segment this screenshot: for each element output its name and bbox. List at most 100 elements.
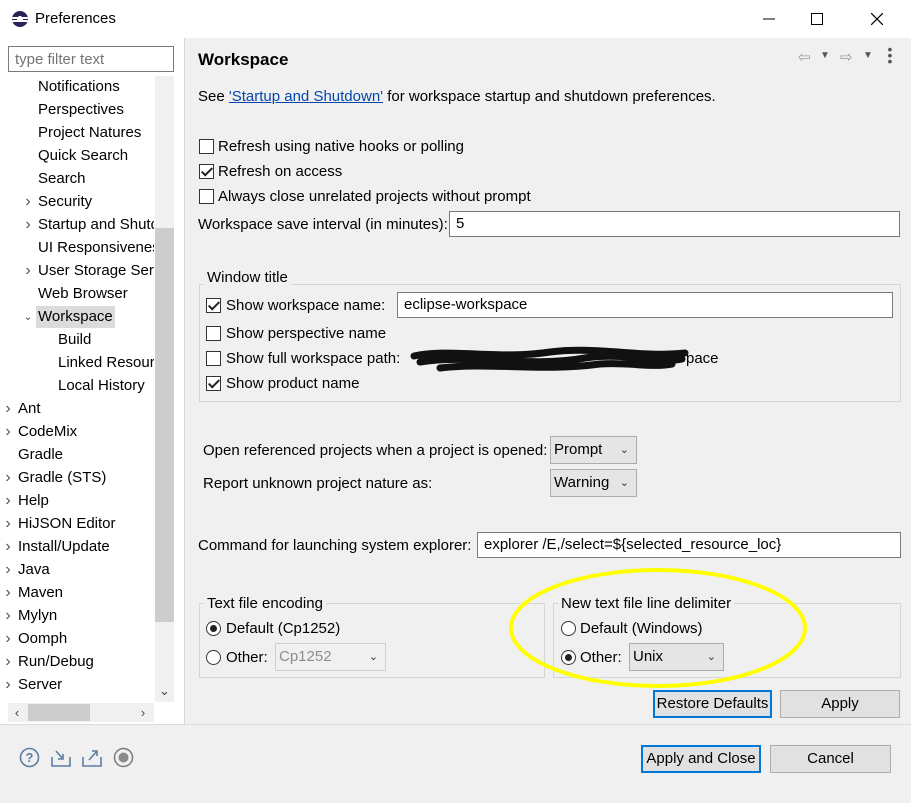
show-workspace-name-checkbox[interactable] — [206, 298, 221, 313]
chevron-right-icon[interactable]: › — [2, 536, 14, 558]
tree-item-maven[interactable]: Maven — [18, 582, 63, 604]
intro-text: See 'Startup and Shutdown' for workspace… — [198, 88, 716, 105]
chevron-down-icon: ⌄ — [368, 651, 378, 663]
chevron-right-icon[interactable]: › — [2, 628, 14, 650]
tree-horizontal-scroll-thumb[interactable] — [28, 704, 90, 721]
tree-item-java[interactable]: Java — [18, 559, 50, 581]
scroll-left-arrow-icon[interactable]: ‹ — [9, 703, 25, 722]
tree-item-linked-resources[interactable]: Linked Resources — [58, 352, 154, 374]
refresh-native-checkbox[interactable] — [199, 139, 214, 154]
chevron-right-icon[interactable]: › — [22, 191, 34, 213]
startup-shutdown-link[interactable]: 'Startup and Shutdown' — [229, 88, 383, 105]
export-icon[interactable] — [81, 747, 103, 768]
tree-item-codemix[interactable]: CodeMix — [18, 421, 77, 443]
window-title-group-label: Window title — [204, 269, 291, 286]
svg-text:?: ? — [26, 750, 34, 765]
show-perspective-name-checkbox[interactable] — [206, 326, 221, 341]
encoding-default-label: Default (Cp1252) — [226, 620, 341, 637]
record-icon[interactable] — [113, 747, 134, 768]
tree-item-gradle[interactable]: Gradle — [18, 444, 63, 466]
restore-defaults-button[interactable]: Restore Defaults — [653, 690, 772, 718]
back-arrow-icon[interactable]: ⇦ — [798, 48, 811, 66]
import-icon[interactable] — [50, 747, 72, 768]
refresh-access-checkbox[interactable] — [199, 164, 214, 179]
tree-item-notifications[interactable]: Notifications — [38, 76, 120, 98]
encoding-other-select[interactable]: Cp1252 ⌄ — [275, 643, 386, 671]
chevron-right-icon[interactable]: › — [2, 674, 14, 696]
apply-button[interactable]: Apply — [780, 690, 900, 718]
encoding-other-label: Other: — [226, 649, 268, 666]
intro-suffix: for workspace startup and shutdown prefe… — [383, 88, 716, 105]
tree-item-local-history[interactable]: Local History — [58, 375, 145, 397]
open-referenced-select[interactable]: Prompt ⌄ — [550, 436, 637, 464]
chevron-right-icon[interactable]: › — [2, 490, 14, 512]
show-workspace-name-label: Show workspace name: — [226, 297, 386, 314]
tree-item-quick-search[interactable]: Quick Search — [38, 145, 128, 167]
chevron-right-icon[interactable]: › — [2, 559, 14, 581]
eclipse-app-icon — [12, 11, 28, 27]
tree-item-gradle-sts[interactable]: Gradle (STS) — [18, 467, 106, 489]
tree-item-startup-and-shutdown[interactable]: Startup and Shutdown — [38, 214, 154, 236]
forward-arrow-icon[interactable]: ⇨ — [840, 48, 853, 66]
chevron-right-icon[interactable]: › — [2, 582, 14, 604]
command-explorer-input[interactable]: explorer /E,/select=${selected_resource_… — [477, 532, 901, 558]
tree-item-security[interactable]: Security — [38, 191, 92, 213]
apply-and-close-button[interactable]: Apply and Close — [641, 745, 761, 773]
tree-item-web-browser[interactable]: Web Browser — [38, 283, 128, 305]
encoding-other-radio[interactable] — [206, 650, 221, 665]
refresh-native-label: Refresh using native hooks or polling — [218, 138, 464, 155]
tree-item-help[interactable]: Help — [18, 490, 49, 512]
help-icon[interactable]: ? — [19, 747, 40, 768]
tree-item-project-natures[interactable]: Project Natures — [38, 122, 141, 144]
chevron-right-icon[interactable]: › — [2, 398, 14, 420]
workspace-name-input[interactable]: eclipse-workspace — [397, 292, 893, 318]
always-close-checkbox[interactable] — [199, 189, 214, 204]
tree-item-ui-responsiveness-monitoring[interactable]: UI Responsiveness Monitoring — [38, 237, 154, 259]
show-product-name-checkbox[interactable] — [206, 376, 221, 391]
chevron-right-icon[interactable]: › — [22, 214, 34, 236]
chevron-right-icon[interactable]: › — [2, 467, 14, 489]
chevron-right-icon[interactable]: › — [2, 513, 14, 535]
tree-item-search[interactable]: Search — [38, 168, 86, 190]
tree-item-build[interactable]: Build — [58, 329, 91, 351]
tree-item-run-debug[interactable]: Run/Debug — [18, 651, 94, 673]
close-button[interactable] — [848, 0, 906, 38]
chevron-right-icon[interactable]: › — [2, 605, 14, 627]
scroll-down-arrow-icon[interactable]: ⌄ — [155, 683, 174, 701]
tree-item-install-update[interactable]: Install/Update — [18, 536, 110, 558]
tree-item-server[interactable]: Server — [18, 674, 62, 696]
tree-item-workspace[interactable]: Workspace — [36, 306, 115, 328]
tree-item-ant[interactable]: Ant — [18, 398, 41, 420]
report-unknown-value: Warning — [554, 474, 610, 491]
maximize-button[interactable] — [788, 0, 846, 38]
view-menu-icon[interactable]: • • • — [886, 42, 894, 68]
tree-item-oomph[interactable]: Oomph — [18, 628, 67, 650]
filter-input[interactable] — [8, 46, 174, 72]
scroll-right-arrow-icon[interactable]: › — [135, 703, 151, 722]
maximize-icon — [811, 13, 823, 25]
cancel-button[interactable]: Cancel — [770, 745, 891, 773]
chevron-right-icon[interactable]: › — [2, 421, 14, 443]
chevron-right-icon[interactable]: › — [22, 260, 34, 282]
show-full-path-checkbox[interactable] — [206, 351, 221, 366]
tree-item-mylyn[interactable]: Mylyn — [18, 605, 57, 627]
forward-dropdown-icon[interactable]: ▼ — [863, 50, 873, 61]
encoding-default-radio[interactable] — [206, 621, 221, 636]
tree-item-perspectives[interactable]: Perspectives — [38, 99, 124, 121]
chevron-down-icon[interactable]: ⌄ — [22, 306, 34, 328]
redaction-scribble — [410, 346, 689, 372]
always-close-label: Always close unrelated projects without … — [218, 188, 531, 205]
chevron-right-icon[interactable]: › — [2, 651, 14, 673]
report-unknown-select[interactable]: Warning ⌄ — [550, 469, 637, 497]
show-product-name-label: Show product name — [226, 375, 360, 392]
back-dropdown-icon[interactable]: ▼ — [820, 50, 830, 61]
refresh-access-label: Refresh on access — [218, 163, 343, 180]
save-interval-label: Workspace save interval (in minutes): — [198, 216, 448, 233]
tree-item-user-storage-service[interactable]: User Storage Service — [38, 260, 154, 282]
show-perspective-name-label: Show perspective name — [226, 325, 387, 342]
page-title: Workspace — [198, 50, 289, 69]
tree-item-hijson-editor[interactable]: HiJSON Editor — [18, 513, 116, 535]
tree-vertical-scroll-thumb[interactable] — [155, 228, 174, 622]
save-interval-input[interactable]: 5 — [449, 211, 900, 237]
full-path-visible-tail: pace — [686, 350, 719, 367]
